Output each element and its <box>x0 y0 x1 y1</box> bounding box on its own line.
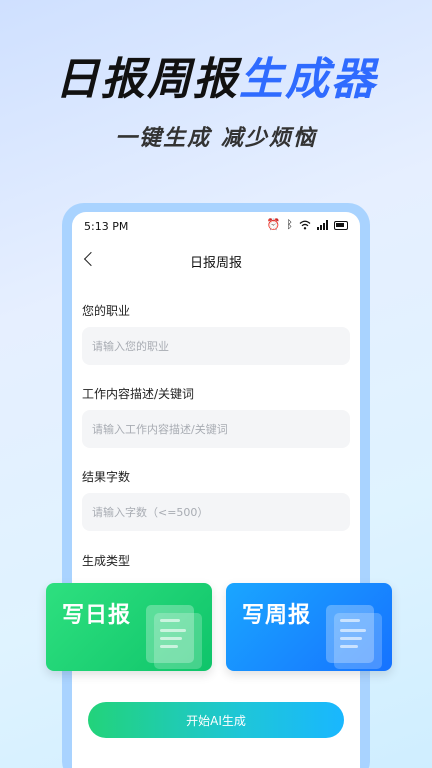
hero-title-blue: 生成器 <box>239 54 377 105</box>
word-count-label: 结果字数 <box>82 470 131 484</box>
content-label: 工作内容描述/关键词 <box>82 387 195 401</box>
wifi-icon <box>299 220 311 230</box>
document-icon <box>326 605 382 669</box>
weekly-report-label: 写周报 <box>242 603 312 628</box>
type-label: 生成类型 <box>82 554 131 568</box>
weekly-report-card[interactable]: 写周报 <box>226 583 392 671</box>
status-bar: 5:13 PM ⏰ ᛒ <box>72 212 360 240</box>
phone-screen: 5:13 PM ⏰ ᛒ 日报周报 您的职业 工作内容描述/关键词 结果字数 生成… <box>72 212 360 768</box>
alarm-icon: ⏰ <box>266 218 281 231</box>
daily-report-card[interactable]: 写日报 <box>46 583 212 671</box>
signal-icon <box>317 220 328 230</box>
bluetooth-icon: ᛒ <box>286 218 293 231</box>
document-icon <box>146 605 202 669</box>
word-count-input[interactable] <box>82 493 350 531</box>
job-label: 您的职业 <box>82 304 131 318</box>
battery-icon <box>334 220 348 230</box>
job-input[interactable] <box>82 327 350 365</box>
status-time: 5:13 PM <box>84 220 129 233</box>
hero-subtitle: 一键生成 减少烦恼 <box>115 126 317 151</box>
start-ai-generate-button[interactable]: 开始AI生成 <box>88 702 344 738</box>
daily-report-label: 写日报 <box>62 603 132 628</box>
status-icons: ⏰ ᛒ <box>267 219 348 231</box>
content-input[interactable] <box>82 410 350 448</box>
page-title: 日报周报 <box>189 256 242 271</box>
nav-bar: 日报周报 <box>72 248 360 272</box>
hero-title: 日报周报生成器 <box>0 52 432 108</box>
hero-title-dark: 日报周报 <box>55 54 239 105</box>
